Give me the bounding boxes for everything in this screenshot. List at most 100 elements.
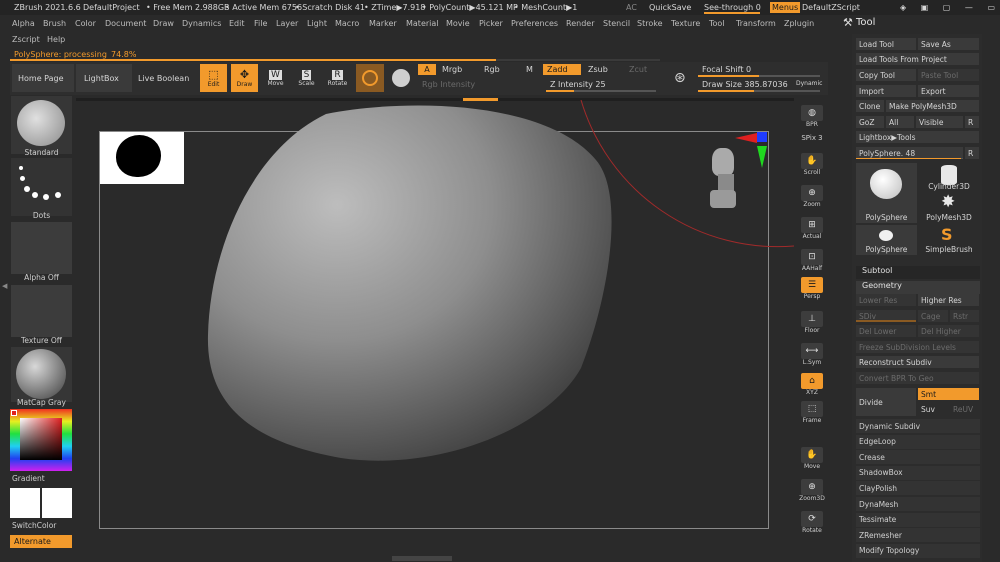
z-intensity-slider[interactable]: Z Intensity 25 <box>546 79 656 90</box>
menu-marker[interactable]: Marker <box>369 19 397 28</box>
move-button[interactable]: ✋ Move <box>797 442 827 470</box>
zsub-toggle[interactable]: Zsub <box>584 64 622 75</box>
orientation-head-icon[interactable] <box>708 146 740 210</box>
menu-brush[interactable]: Brush <box>43 19 66 28</box>
lightbox-tools-button[interactable]: Lightbox▶Tools <box>856 131 979 143</box>
menus-button[interactable]: Menus <box>770 2 801 13</box>
load-from-project-button[interactable]: Load Tools From Project <box>856 53 979 65</box>
zcut-toggle[interactable]: Zcut <box>625 64 655 75</box>
frame-button[interactable]: ⬚ Frame <box>797 396 827 424</box>
make-polymesh-button[interactable]: Make PolyMesh3D <box>886 100 979 112</box>
menu-file[interactable]: File <box>254 19 267 28</box>
aahalf-button[interactable]: ⊡ AAHalf <box>797 244 827 272</box>
brush-tile[interactable] <box>11 96 72 154</box>
del-higher-button[interactable]: Del Higher <box>918 325 979 337</box>
see-through-slider[interactable]: See-through 0 <box>704 3 761 12</box>
switchcolor-button[interactable]: SwitchColor <box>12 521 73 530</box>
polysphere-r-button[interactable]: R <box>965 147 979 159</box>
tool-list-shadowbox[interactable]: ShadowBox <box>856 465 980 480</box>
clone-button[interactable]: Clone <box>856 100 884 112</box>
edit-button[interactable]: ⬚ Edit <box>200 64 227 92</box>
l-sym-button[interactable]: ⟷ L.Sym <box>797 338 827 366</box>
rotate-button[interactable]: ⟳ Rotate <box>797 506 827 534</box>
menu-document[interactable]: Document <box>105 19 146 28</box>
goz-button[interactable]: GoZ <box>856 116 884 128</box>
menu-edit[interactable]: Edit <box>229 19 245 28</box>
home-page-button[interactable]: Home Page <box>12 64 74 92</box>
menu-picker[interactable]: Picker <box>479 19 503 28</box>
zadd-toggle[interactable]: Zadd <box>543 64 581 75</box>
menu-render[interactable]: Render <box>566 19 594 28</box>
menu-stroke[interactable]: Stroke <box>637 19 663 28</box>
left-collapse-arrow[interactable]: ◀ <box>2 282 7 290</box>
rstr-button[interactable]: Rstr <box>950 310 979 322</box>
import-button[interactable]: Import <box>856 85 916 97</box>
spix-3-button[interactable]: SPix 3 <box>797 128 827 142</box>
geometry-section[interactable]: Geometry <box>856 281 980 294</box>
copy-tool-button[interactable]: Copy Tool <box>856 69 916 81</box>
m-toggle[interactable]: M <box>522 64 540 75</box>
brush-mode-button[interactable] <box>356 64 384 92</box>
load-tool-button[interactable]: Load Tool <box>856 38 916 50</box>
focal-shift-slider[interactable]: Focal Shift 0 <box>698 64 820 75</box>
actual-button[interactable]: ⊞ Actual <box>797 212 827 240</box>
material-sphere-button[interactable] <box>389 64 413 92</box>
lightbox-button[interactable]: LightBox <box>76 64 132 92</box>
export-button[interactable]: Export <box>918 85 979 97</box>
tool-list-modify-topology[interactable]: Modify Topology <box>856 543 980 558</box>
tool-list-claypolish[interactable]: ClayPolish <box>856 481 980 496</box>
draw-button[interactable]: ✥ Draw <box>231 64 258 92</box>
rgb-intensity-slider[interactable]: Rgb Intensity <box>418 79 540 90</box>
menu-color[interactable]: Color <box>75 19 96 28</box>
floor-button[interactable]: ⊥ Floor <box>797 306 827 334</box>
tool-list-dynamesh[interactable]: DynaMesh <box>856 497 980 511</box>
menu-draw[interactable]: Draw <box>153 19 174 28</box>
menu-texture[interactable]: Texture <box>671 19 700 28</box>
xyz-button[interactable]: ⌂ XYZ <box>797 368 827 396</box>
quicksave-button[interactable]: QuickSave <box>649 3 691 12</box>
menu-preferences[interactable]: Preferences <box>511 19 558 28</box>
rotate-button[interactable]: R Rotate <box>324 64 351 92</box>
bpr-button[interactable]: ◍ BPR <box>797 100 827 128</box>
stroke-icon[interactable]: ⊛ <box>674 70 686 86</box>
viewport-svg[interactable] <box>76 100 794 555</box>
rgb-toggle[interactable]: Rgb <box>480 64 520 75</box>
secondary-color-swatch[interactable] <box>42 488 72 518</box>
color-picker-handle[interactable] <box>11 410 17 416</box>
higher-res-button[interactable]: Higher Res <box>918 294 979 306</box>
live-boolean-button[interactable]: Live Boolean <box>134 64 194 92</box>
freeze-subdivision-button[interactable]: Freeze SubDivision Levels <box>856 341 979 353</box>
menu-light[interactable]: Light <box>307 19 327 28</box>
persp-button[interactable]: ☰ Persp <box>797 272 827 300</box>
a-toggle[interactable]: A <box>418 64 436 75</box>
menu-alpha[interactable]: Alpha <box>12 19 35 28</box>
zoom-button[interactable]: ⊕ Zoom <box>797 180 827 208</box>
paste-tool-button[interactable]: Paste Tool <box>918 69 979 81</box>
default-zscript[interactable]: DefaultZScript <box>802 3 860 12</box>
tool-list-tessimate[interactable]: Tessimate <box>856 512 980 527</box>
all-button[interactable]: All <box>886 116 914 128</box>
smt-toggle[interactable]: Smt <box>918 388 979 400</box>
alpha-tile[interactable] <box>11 222 72 274</box>
tool-list-zremesher[interactable]: ZRemesher <box>856 528 980 543</box>
mrgb-toggle[interactable]: Mrgb <box>438 64 478 75</box>
menu-help[interactable]: Help <box>47 35 65 44</box>
main-color-swatch[interactable] <box>10 488 40 518</box>
convert-bpr-button[interactable]: Convert BPR To Geo <box>856 372 979 384</box>
stroke-tile[interactable] <box>11 158 72 216</box>
ac-label[interactable]: AC <box>626 3 637 12</box>
del-lower-button[interactable]: Del Lower <box>856 325 916 337</box>
color-picker-square[interactable] <box>20 418 62 460</box>
scroll-button[interactable]: ✋ Scroll <box>797 148 827 176</box>
divide-button[interactable]: Divide <box>856 388 916 416</box>
scale-button[interactable]: S Scale <box>293 64 320 92</box>
menu-zplugin[interactable]: Zplugin <box>784 19 814 28</box>
reuv-button[interactable]: ReUV <box>950 403 979 415</box>
alternate-button[interactable]: Alternate <box>10 535 72 548</box>
subtool-section[interactable]: Subtool <box>856 266 980 279</box>
dynamic-label[interactable]: Dynamic <box>796 80 822 87</box>
menu-dynamics[interactable]: Dynamics <box>182 19 221 28</box>
menu-macro[interactable]: Macro <box>335 19 359 28</box>
menu-layer[interactable]: Layer <box>276 19 298 28</box>
menu-transform[interactable]: Transform <box>736 19 776 28</box>
